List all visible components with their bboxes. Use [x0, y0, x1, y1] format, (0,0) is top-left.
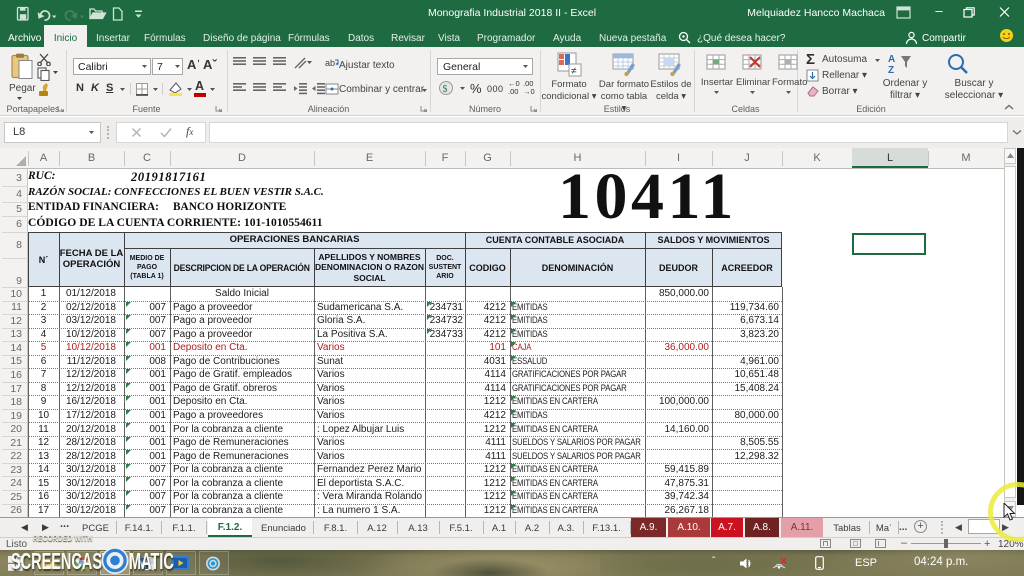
svg-text:A: A	[888, 54, 895, 65]
svg-text:Z: Z	[888, 65, 894, 76]
svg-text:ab: ab	[325, 58, 335, 68]
svg-text:≠: ≠	[571, 66, 577, 77]
svg-text:$: $	[443, 84, 448, 95]
